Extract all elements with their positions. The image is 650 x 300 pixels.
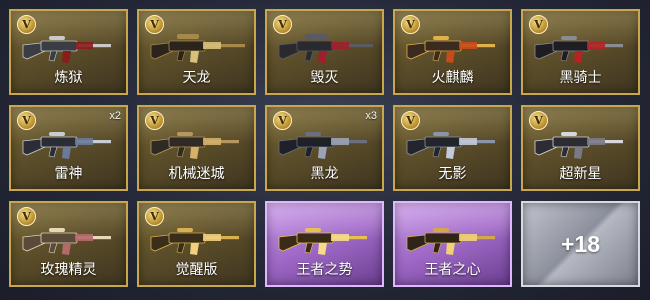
weapon-name: 火麒麟 [431, 69, 474, 85]
more-items-button[interactable]: +18 [521, 201, 640, 287]
sniper-rifle-icon [150, 34, 245, 63]
rifle-icon [150, 228, 239, 255]
weapon-card[interactable]: 王者之势 [265, 201, 384, 287]
rifle-icon [22, 228, 111, 255]
rifle-icon [278, 228, 367, 255]
weapon-card[interactable]: V x3 黑龙 [265, 105, 384, 191]
weapon-card[interactable]: V 无影 [393, 105, 512, 191]
weapon-name: 觉醒版 [175, 261, 218, 277]
weapon-name: 黑龙 [310, 165, 339, 181]
sniper-rifle-icon [278, 34, 373, 63]
quantity-badge: x3 [365, 110, 377, 122]
weapon-name: 天龙 [182, 69, 211, 85]
weapon-name: 毁灭 [310, 69, 339, 85]
rifle-icon [278, 132, 367, 159]
weapon-name: 雷神 [54, 165, 83, 181]
weapon-card[interactable]: V 超新星 [521, 105, 640, 191]
rifle-icon [150, 132, 239, 159]
weapon-card[interactable]: V 黑骑士 [521, 9, 640, 95]
rifle-icon [406, 36, 495, 63]
more-count-label: +18 [560, 230, 600, 257]
weapon-card[interactable]: V 毁灭 [265, 9, 384, 95]
rifle-icon [22, 132, 111, 159]
quantity-badge: x2 [109, 110, 121, 122]
weapon-name: 黑骑士 [559, 69, 602, 85]
weapon-card[interactable]: V x2 雷神 [9, 105, 128, 191]
rifle-icon [534, 132, 623, 159]
weapon-card[interactable]: V 玫瑰精灵 [9, 201, 128, 287]
weapon-card[interactable]: V 天龙 [137, 9, 256, 95]
weapon-card[interactable]: 王者之心 [393, 201, 512, 287]
rifle-icon [406, 228, 495, 255]
rifle-icon [534, 36, 623, 63]
weapon-card[interactable]: V 火麒麟 [393, 9, 512, 95]
weapon-name: 王者之势 [296, 261, 353, 277]
weapon-name: 王者之心 [424, 261, 481, 277]
weapon-name: 无影 [438, 165, 467, 181]
rifle-icon [406, 132, 495, 159]
weapon-grid: V 炼狱 V 天龙 V 毁灭 V 火麒麟 V 黑骑士 V x2 雷神 V 机械迷… [9, 9, 640, 287]
weapon-card[interactable]: V 炼狱 [9, 9, 128, 95]
weapon-card[interactable]: V 机械迷城 [137, 105, 256, 191]
weapon-card[interactable]: V 觉醒版 [137, 201, 256, 287]
rifle-icon [22, 36, 111, 63]
weapon-name: 机械迷城 [168, 165, 225, 181]
weapon-name: 超新星 [559, 165, 602, 181]
weapon-name: 炼狱 [54, 69, 83, 85]
weapon-name: 玫瑰精灵 [40, 261, 97, 277]
